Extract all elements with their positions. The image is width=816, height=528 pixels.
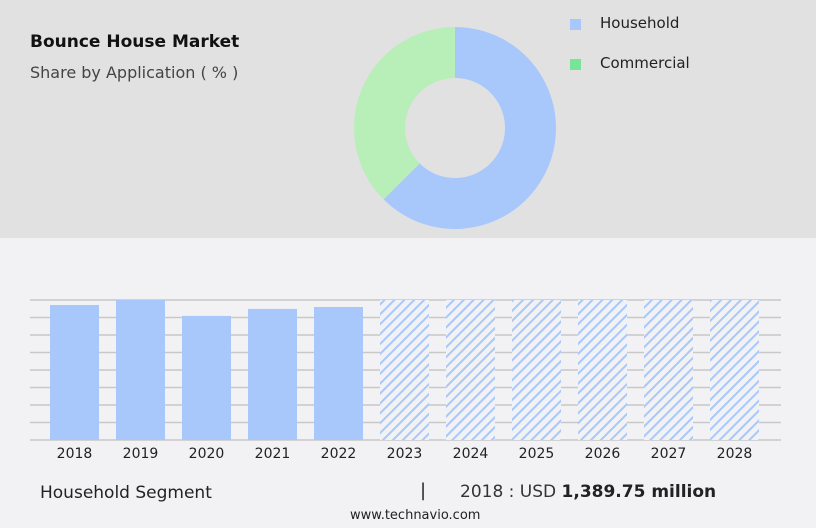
x-tick-label: 2023 xyxy=(386,446,423,462)
x-tick-label: 2027 xyxy=(650,446,687,462)
x-tick-label: 2022 xyxy=(320,446,357,462)
x-tick-label: 2021 xyxy=(254,446,291,462)
separator: | xyxy=(420,480,427,501)
x-tick-label: 2026 xyxy=(584,446,621,462)
x-tick-label: 2018 xyxy=(56,446,93,462)
bar-2024 xyxy=(446,300,495,440)
value-amount: 1,389.75 million xyxy=(561,482,717,502)
x-tick-label: 2025 xyxy=(518,446,555,462)
bar-2022 xyxy=(314,306,363,440)
bar-2028 xyxy=(710,300,759,440)
x-tick-label: 2019 xyxy=(122,446,159,462)
bar-2018 xyxy=(50,304,99,440)
bar-2021 xyxy=(248,308,297,440)
bar-2023 xyxy=(380,300,429,440)
bar-2020 xyxy=(182,315,231,440)
x-tick-label: 2028 xyxy=(716,446,753,462)
x-tick-label: 2020 xyxy=(188,446,225,462)
source-url: www.technavio.com xyxy=(350,508,481,523)
bar-2027 xyxy=(644,300,693,440)
segment-value: 2018 : USD 1,389.75 million xyxy=(460,482,716,502)
bar-2025 xyxy=(512,300,561,440)
bar-2019 xyxy=(116,300,165,440)
x-tick-label: 2024 xyxy=(452,446,489,462)
bar-2026 xyxy=(578,300,627,440)
segment-label: Household Segment xyxy=(40,483,212,503)
year-label: 2018 : USD xyxy=(460,482,557,502)
bar-chart xyxy=(30,299,781,441)
